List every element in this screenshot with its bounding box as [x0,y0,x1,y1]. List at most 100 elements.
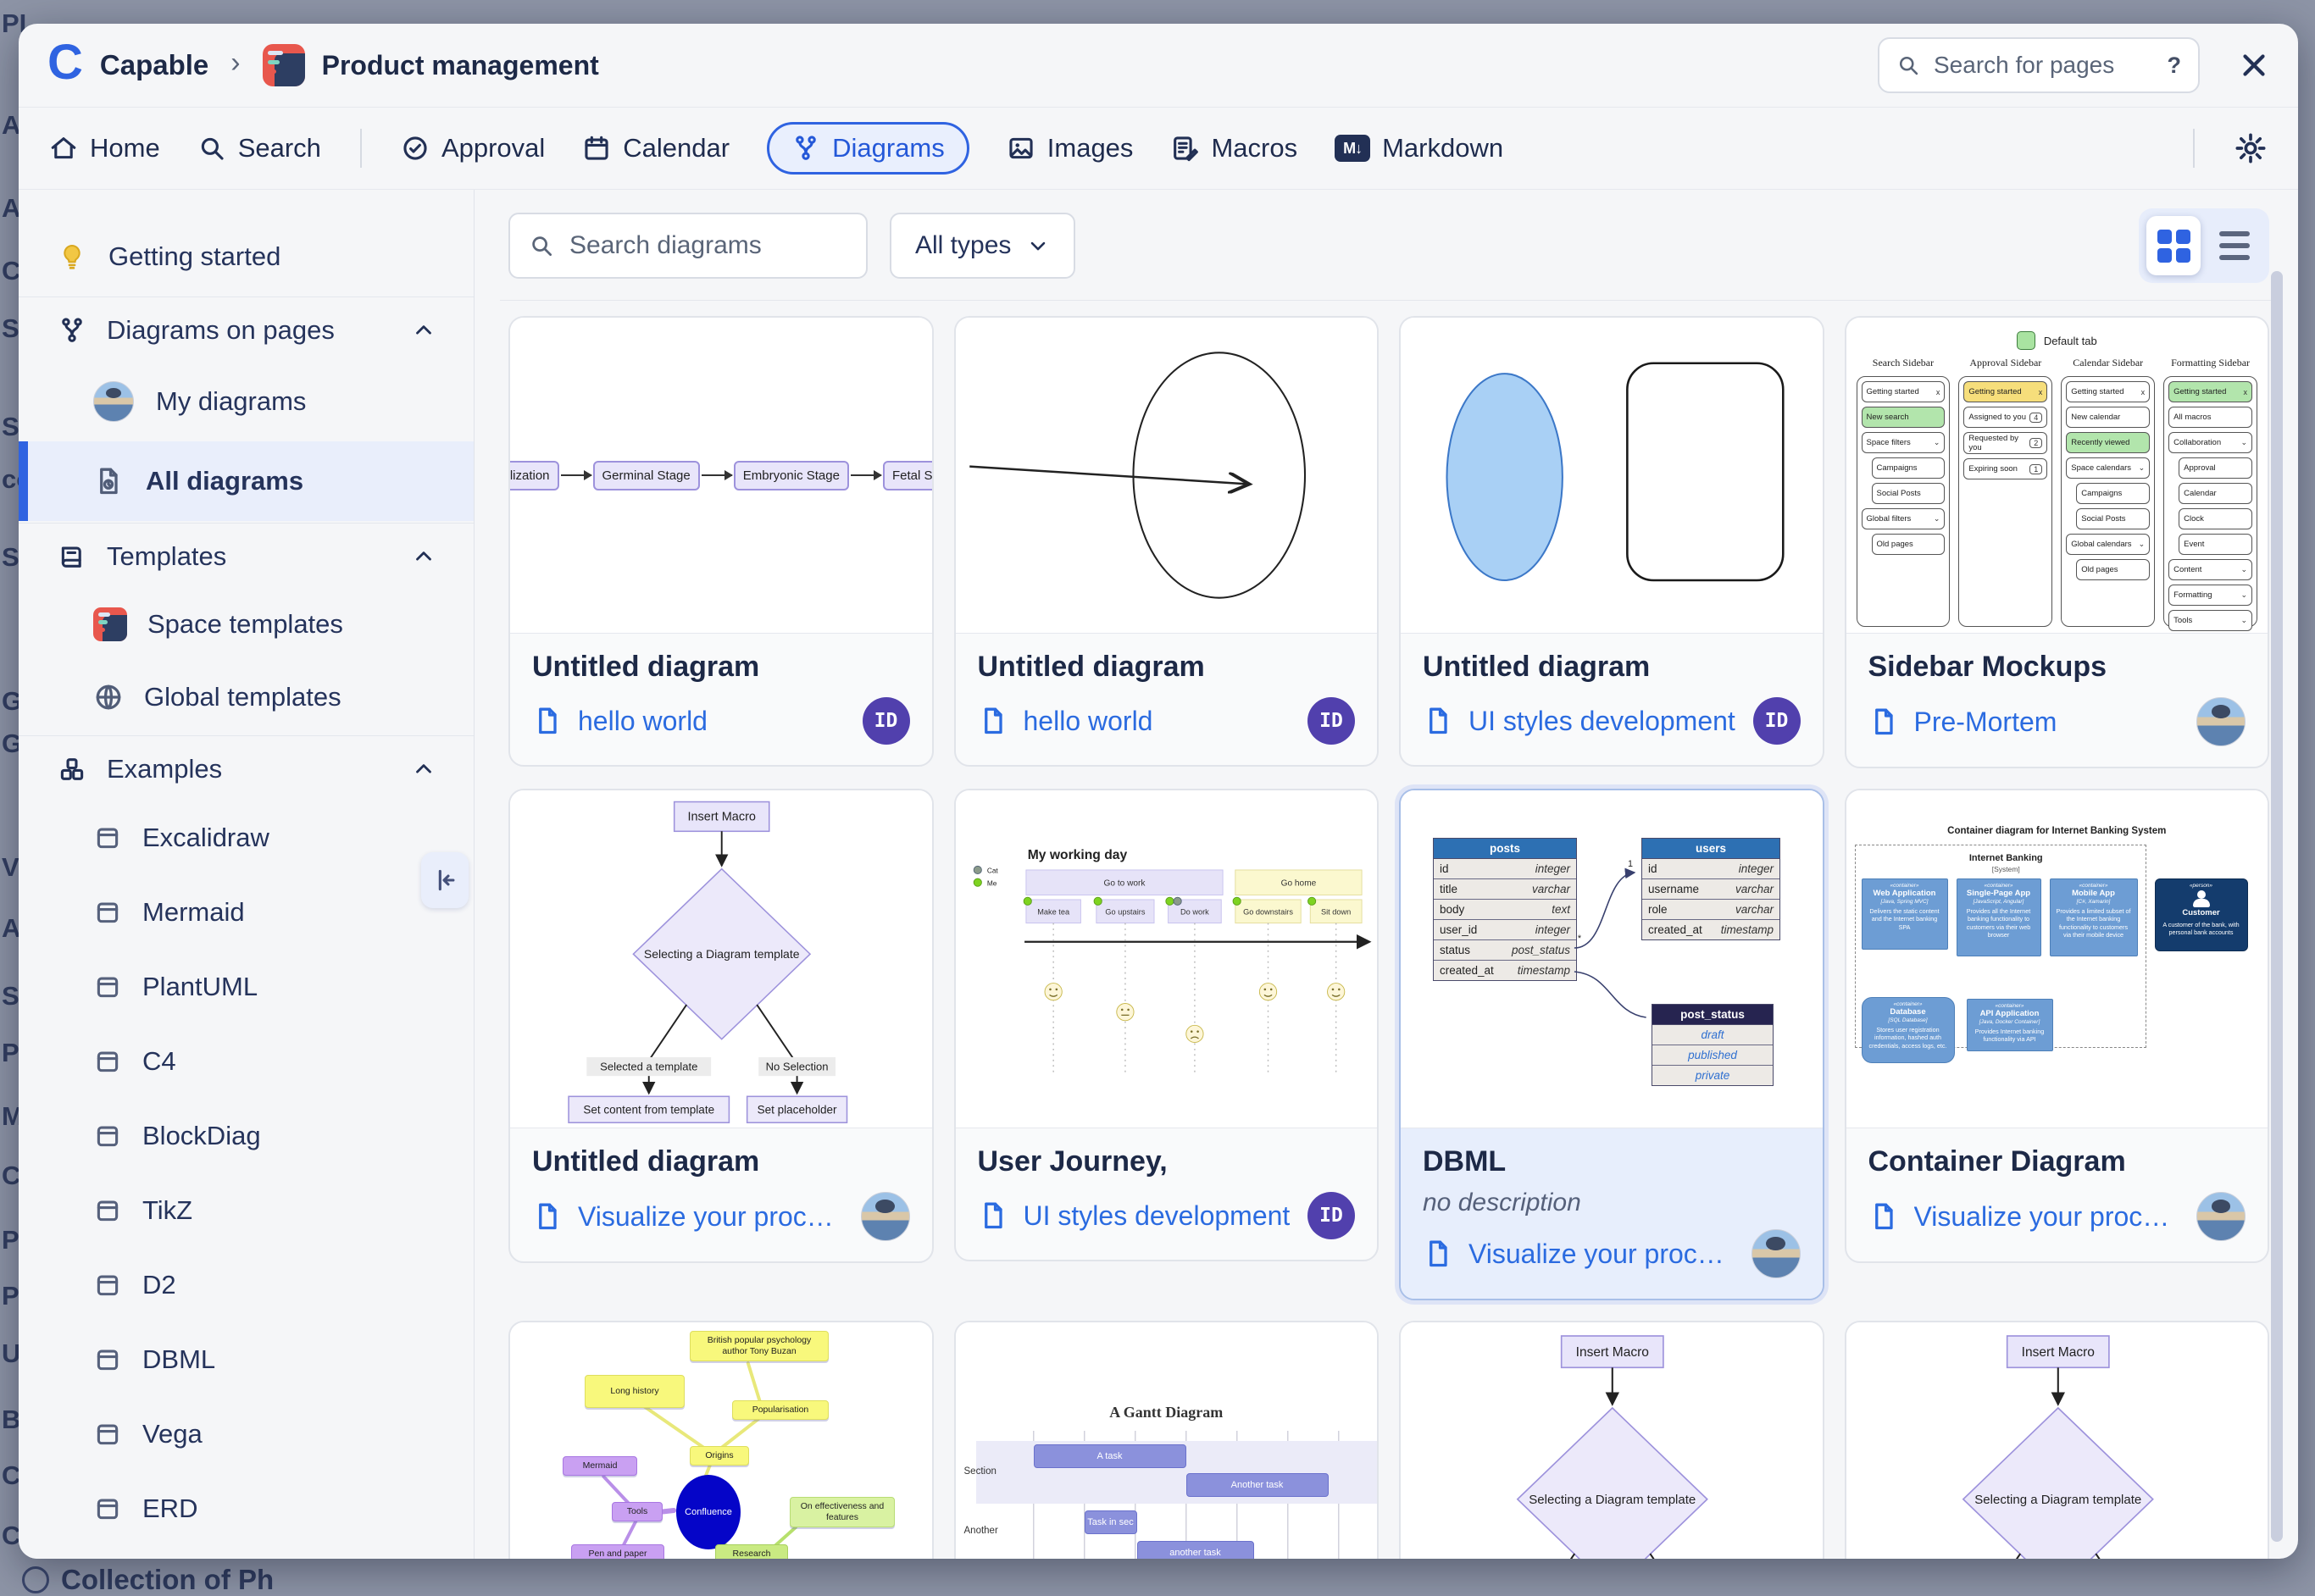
page-icon [978,1200,1008,1231]
chevron-up-icon [411,318,436,343]
close-dialog-button[interactable] [2239,50,2269,80]
space-icon [263,44,305,86]
card-page-link[interactable]: UI styles development [1468,706,1738,737]
sidebar-section-templates[interactable]: Templates [19,525,474,588]
svg-text:Cat: Cat [986,867,998,875]
diagram-card[interactable]: Container diagram for Internet Banking S… [1845,789,2270,1263]
nav-tab-diagrams[interactable]: Diagrams [767,122,969,175]
diagram-card[interactable]: Default tab Search Sidebar Getting start… [1845,316,2270,768]
sidebar-item-example[interactable]: ERD [19,1471,474,1546]
decision-flow-diagram: Insert Macro Selecting a Diagram templat… [1401,1322,1823,1559]
diagram-card[interactable]: Untitled diagram hello world ID [954,316,1380,767]
default-tab-swatch [2017,331,2035,350]
svg-text:Selected a template: Selected a template [600,1060,697,1072]
breadcrumb-space-title[interactable]: Product management [322,50,599,81]
mockup-row: Campaigns [2076,483,2150,504]
svg-text:Do work: Do work [1180,907,1209,916]
diagram-card[interactable]: A Gantt Diagram A task Another task Task… [954,1321,1380,1559]
svg-text:Selecting a Diagram template: Selecting a Diagram template [1974,1493,2141,1507]
sketch-diagram [956,318,1378,633]
id-badge: ID [863,697,910,745]
diagram-card-grid: Fertilization Germinal Stage Embryonic S… [508,301,2269,1559]
nav-tab-images[interactable]: Images [1007,133,1134,163]
sidebar-item-global-templates[interactable]: Global templates [19,661,474,734]
top-nav: Home Search Approval Calendar Diagrams I… [19,108,2298,190]
card-page-link[interactable]: hello world [578,706,847,737]
sidebar-item-example[interactable]: D2 [19,1248,474,1322]
mockup-row: Assigned to you 4 [1963,407,2047,428]
card-page-link[interactable]: Visualize your processes... [1914,1201,2182,1233]
type-filter-dropdown[interactable]: All types [890,213,1075,279]
search-pages-input[interactable]: Search for pages ? [1878,37,2200,93]
mockup-row: Old pages [2076,559,2150,580]
card-title: Untitled diagram [532,651,910,684]
card-page-link[interactable]: hello world [1024,706,1293,737]
diagram-card-selected[interactable]: posts idintegertitlevarcharbodytextuser_… [1399,789,1824,1300]
background-page-item: Collection of Ph [22,1564,274,1596]
sidebar-item-getting-started[interactable]: Getting started [19,219,474,295]
sidebar-item-example[interactable]: TikZ [19,1173,474,1248]
space-templates-icon [93,607,127,641]
sidebar-item-example[interactable]: DBML [19,1322,474,1397]
nav-tab-home[interactable]: Home [49,133,160,163]
card-page-link[interactable]: UI styles development [1024,1200,1293,1232]
diagram-card[interactable]: Insert Macro Selecting a Diagram templat… [1845,1321,2270,1559]
nav-tab-search[interactable]: Search [197,133,321,163]
sidebar-item-example[interactable]: Vega [19,1397,474,1471]
svg-text:Me: Me [986,878,997,887]
sidebar-item-example[interactable]: Mermaid [19,875,474,950]
card-page-link[interactable]: Visualize your processes... [578,1201,846,1233]
diagram-preview: Insert Macro Selecting a Diagram templat… [1846,1322,2268,1559]
sidebar-item-space-templates[interactable]: Space templates [19,588,474,661]
breadcrumb-brand[interactable]: Capable [100,49,208,81]
svg-text:Set content from template: Set content from template [583,1104,714,1117]
sidebar-section-examples[interactable]: Examples [19,738,474,801]
grid-icon [2157,230,2190,263]
page-icon [978,706,1008,736]
nav-tab-markdown[interactable]: M↓ Markdown [1335,133,1503,163]
nav-tab-calendar[interactable]: Calendar [582,133,730,163]
mockup-row: Getting started x [2168,381,2252,402]
diagram-card[interactable]: My working day Cat Me Go to work Go home… [954,789,1380,1261]
mockup-row: Requested by you 2 [1963,432,2047,454]
diagram-preview: A Gantt Diagram A task Another task Task… [956,1322,1378,1559]
sidebar-item-example[interactable]: BlockDiag [19,1099,474,1173]
sidebar-section-diagrams-on-pages[interactable]: Diagrams on pages [19,299,474,362]
document-icon [93,466,124,496]
calendar-icon [582,134,611,163]
content-scrollbar[interactable] [2271,271,2283,1542]
sidebar-item-my-diagrams[interactable]: My diagrams [19,362,474,441]
id-badge: ID [1307,1192,1355,1239]
search-diagrams-input[interactable]: Search diagrams [508,213,868,279]
sidebar-item-example[interactable]: Excalidraw [19,801,474,875]
sidebar-item-example[interactable]: C4 [19,1024,474,1099]
mockup-column: Calendar Sidebar Getting started x [2061,357,2155,627]
card-page-link[interactable]: Visualize your processes... [1468,1239,1736,1270]
diagram-card[interactable]: Insert Macro Selecting a Diagram templat… [508,789,934,1263]
list-icon [2219,231,2250,260]
nav-tab-approval[interactable]: Approval [401,133,545,163]
grid-view-button[interactable] [2146,216,2201,275]
card-page-link[interactable]: Pre-Mortem [1914,707,2182,738]
erd-table-posts: posts idintegertitlevarcharbodytextuser_… [1433,838,1577,981]
nav-tab-macros[interactable]: Macros [1170,133,1297,163]
search-diagrams-placeholder: Search diagrams [569,231,762,260]
settings-button[interactable] [2234,131,2268,165]
collapse-sidebar-button[interactable] [421,852,469,908]
diagram-card[interactable]: Insert Macro Selecting a Diagram templat… [1399,1321,1824,1559]
mockup-row: New calendar [2066,407,2150,428]
sidebar-item-example[interactable]: PlantUML [19,950,474,1024]
id-badge: ID [1307,697,1355,745]
mockup-row: Tools ⌄ [2168,610,2252,631]
gantt-chart: A task Another task Task in sec another … [1008,1431,1364,1559]
mockup-row: Formatting ⌄ [2168,585,2252,606]
sidebar-item-all-diagrams[interactable]: All diagrams [19,441,474,521]
divider [19,735,474,736]
page-icon [1868,1201,1899,1232]
page-bullet-icon [22,1566,49,1593]
diagram-card[interactable]: Untitled diagram UI styles development I… [1399,316,1824,767]
diagram-preview: Insert Macro Selecting a Diagram templat… [510,790,932,1128]
diagram-card[interactable]: Fertilization Germinal Stage Embryonic S… [508,316,934,767]
diagram-card[interactable]: British popular psychology author Tony B… [508,1321,934,1559]
list-view-button[interactable] [2207,216,2262,275]
